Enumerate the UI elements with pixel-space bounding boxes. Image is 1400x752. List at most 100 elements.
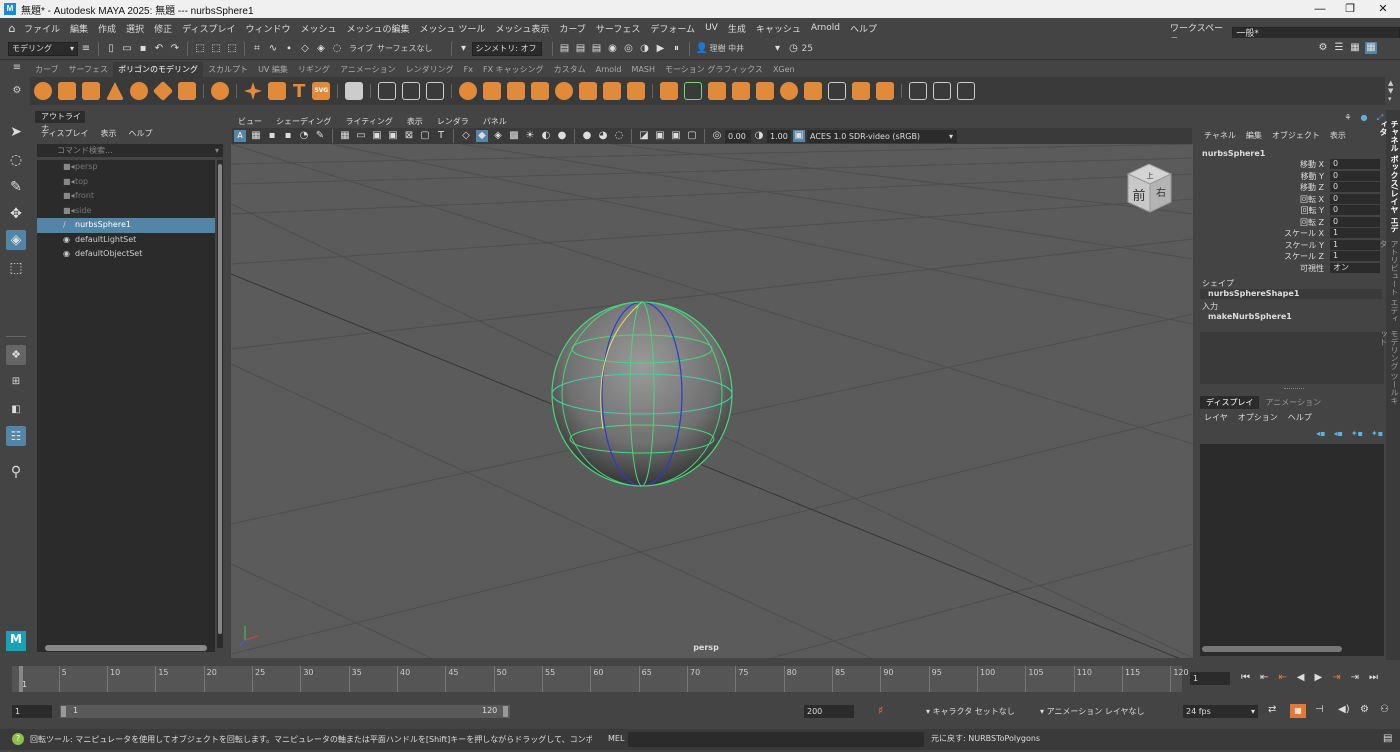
colorspace-dropdown[interactable]: ACES 1.0 SDR-video (sRGB) ▾	[807, 129, 957, 143]
bevel-icon[interactable]	[708, 82, 727, 100]
shelf-tab-4[interactable]: UV 編集	[253, 62, 293, 77]
bookmark-marker-icon[interactable]: ⊣	[1315, 704, 1324, 715]
select-object-icon[interactable]: ⬚	[210, 43, 222, 55]
scene-start-field[interactable]: 1	[12, 705, 52, 718]
color-management-icon[interactable]: ▣	[793, 130, 805, 142]
toggle-tool-settings-icon[interactable]: ▦	[1349, 42, 1361, 54]
append-icon[interactable]	[756, 82, 775, 100]
lasso-tool-icon[interactable]: ◌	[6, 150, 26, 170]
mirror-icon[interactable]	[507, 82, 526, 100]
menu-item-14[interactable]: UV	[705, 23, 718, 33]
nurbs-sphere[interactable]	[551, 301, 733, 487]
resolution-gate-icon[interactable]: ▣	[371, 130, 383, 142]
toggle-attribute-editor-icon[interactable]: ☰	[1333, 42, 1345, 54]
shelf-tab-8[interactable]: Fx	[459, 62, 478, 77]
current-frame-field[interactable]: 1	[1190, 672, 1230, 685]
redo-icon[interactable]: ↷	[169, 43, 181, 55]
platonic-solid-icon[interactable]	[211, 82, 229, 100]
sweep-mesh-icon[interactable]	[268, 82, 286, 100]
shelf-menu-icon[interactable]: ≡	[10, 62, 24, 73]
panel-splitter[interactable]	[1284, 388, 1304, 389]
insert-loop-icon[interactable]	[804, 82, 823, 100]
menu-item-4[interactable]: 修正	[154, 22, 172, 35]
step-back-key-icon[interactable]: ⇤	[1260, 672, 1268, 683]
toggle-channel-box-icon[interactable]: ▦	[1365, 42, 1377, 54]
snap-live-icon[interactable]: ◌	[331, 43, 343, 55]
bookmark-icon[interactable]: ▪	[266, 130, 278, 142]
channel-object-name[interactable]: nurbsSphere1	[1202, 149, 1265, 158]
extract-icon[interactable]	[531, 82, 550, 100]
animation-prefs-icon[interactable]: ⚙	[1360, 704, 1369, 715]
shelf-gear-icon[interactable]: ⚙	[10, 85, 24, 96]
shelf-tab-0[interactable]: カーブ	[30, 62, 64, 77]
new-scene-icon[interactable]: ▯	[105, 43, 117, 55]
shelf-tab-3[interactable]: スカルプト	[203, 62, 253, 77]
four-view-layout-icon[interactable]: ⊞	[6, 372, 26, 392]
channel-box-menu-item-3[interactable]: 表示	[1330, 130, 1346, 141]
separate-icon[interactable]	[402, 82, 421, 100]
shelf-tab-5[interactable]: リギング	[293, 62, 335, 77]
play-render-icon[interactable]: ▶	[655, 43, 667, 55]
camera-attributes-icon[interactable]: ▦	[250, 130, 262, 142]
outliner-item[interactable]: ■◂top	[37, 175, 215, 190]
channel-row[interactable]: 移動 X 0	[1198, 159, 1384, 171]
home-icon[interactable]: ⌂	[0, 22, 24, 35]
menu-item-1[interactable]: 編集	[70, 22, 88, 35]
minimize-button[interactable]: —	[1305, 0, 1335, 18]
side-tab-channel-box[interactable]: チャネル ボックス/レイヤ エディタ	[1379, 120, 1400, 235]
channel-row[interactable]: スケール X 1	[1198, 228, 1384, 240]
channel-row[interactable]: 回転 Z 0	[1198, 216, 1384, 229]
snap-plane-icon[interactable]: ◈	[315, 43, 327, 55]
new-layer-selected-icon[interactable]: ✦▪	[1371, 429, 1383, 438]
safe-title-icon[interactable]: T	[435, 130, 447, 142]
channel-value[interactable]: 1	[1330, 251, 1380, 261]
render-view-icon[interactable]: ◎	[623, 43, 635, 55]
range-slider[interactable]: 1 120	[60, 705, 510, 718]
outliner-tab[interactable]: アウトライナ	[35, 111, 85, 133]
outliner-item[interactable]: ◉ defaultObjectSet	[37, 247, 215, 262]
outliner-search-input[interactable]: コマンド検索... ▾	[37, 144, 223, 157]
save-scene-icon[interactable]: ▪	[137, 43, 149, 55]
move-tool-icon[interactable]: ✥	[6, 204, 26, 224]
side-tab-modeling-toolkit[interactable]: モデリング ツールキット	[1379, 330, 1400, 410]
rotate-tool-icon[interactable]: ◈	[6, 230, 26, 250]
boolean-diff-icon[interactable]	[483, 82, 502, 100]
arnold-render-icon[interactable]: ◑	[639, 43, 651, 55]
snap-grid-icon[interactable]: ⌗	[251, 43, 263, 55]
user-dropdown-icon[interactable]: ▾	[772, 43, 784, 55]
symmetry-dropdown[interactable]: シンメトリ: オフ	[471, 41, 542, 56]
grid-icon[interactable]: ▦	[339, 130, 351, 142]
search-dropdown-icon[interactable]: ▾	[215, 144, 219, 157]
menu-item-15[interactable]: 生成	[728, 22, 746, 35]
channel-box-menu-item-1[interactable]: 編集	[1246, 130, 1262, 141]
channel-value[interactable]: 1	[1330, 239, 1380, 250]
dropdown-icon[interactable]: ▾	[458, 43, 470, 55]
grease-pencil-icon[interactable]: ✎	[314, 130, 326, 142]
create-polygon-icon[interactable]	[345, 82, 364, 100]
outliner-layout-icon[interactable]: ☷	[6, 426, 26, 446]
target-weld-icon[interactable]	[780, 82, 799, 100]
select-tool-icon[interactable]: ➤	[6, 122, 26, 142]
poly-disc-icon[interactable]	[178, 82, 196, 100]
step-back-frame-icon[interactable]: ⇤	[1278, 672, 1286, 683]
search-icon[interactable]: ⚲	[6, 462, 26, 482]
menu-item-3[interactable]: 選択	[126, 22, 144, 35]
mode-dropdown[interactable]: モデリング ▾	[8, 41, 78, 56]
menu-item-2[interactable]: 作成	[98, 22, 116, 35]
go-to-end-icon[interactable]: ⏭	[1369, 672, 1378, 683]
render-settings-icon[interactable]: ▤	[591, 43, 603, 55]
tab-animation-layers[interactable]: アニメーション	[1259, 396, 1327, 409]
channel-row[interactable]: 可視性 オン	[1198, 262, 1384, 275]
wireframe-icon[interactable]: ◇	[460, 130, 472, 142]
fps-dropdown[interactable]: 24 fps ▾	[1183, 705, 1258, 718]
script-editor-icon[interactable]: ▤	[1383, 733, 1392, 744]
menu-item-12[interactable]: サーフェス	[596, 22, 640, 35]
maximize-button[interactable]: ❐	[1335, 0, 1365, 18]
xray-active-icon[interactable]: ▢	[686, 130, 698, 142]
xray-joints-icon[interactable]: ▣	[670, 130, 682, 142]
channel-value[interactable]: 1	[1330, 228, 1380, 238]
menu-item-13[interactable]: デフォーム	[650, 22, 695, 35]
script-language-toggle[interactable]: MEL	[608, 734, 624, 743]
pause-render-icon[interactable]: ⏸	[671, 43, 683, 55]
menu-item-5[interactable]: ディスプレイ	[182, 22, 235, 35]
